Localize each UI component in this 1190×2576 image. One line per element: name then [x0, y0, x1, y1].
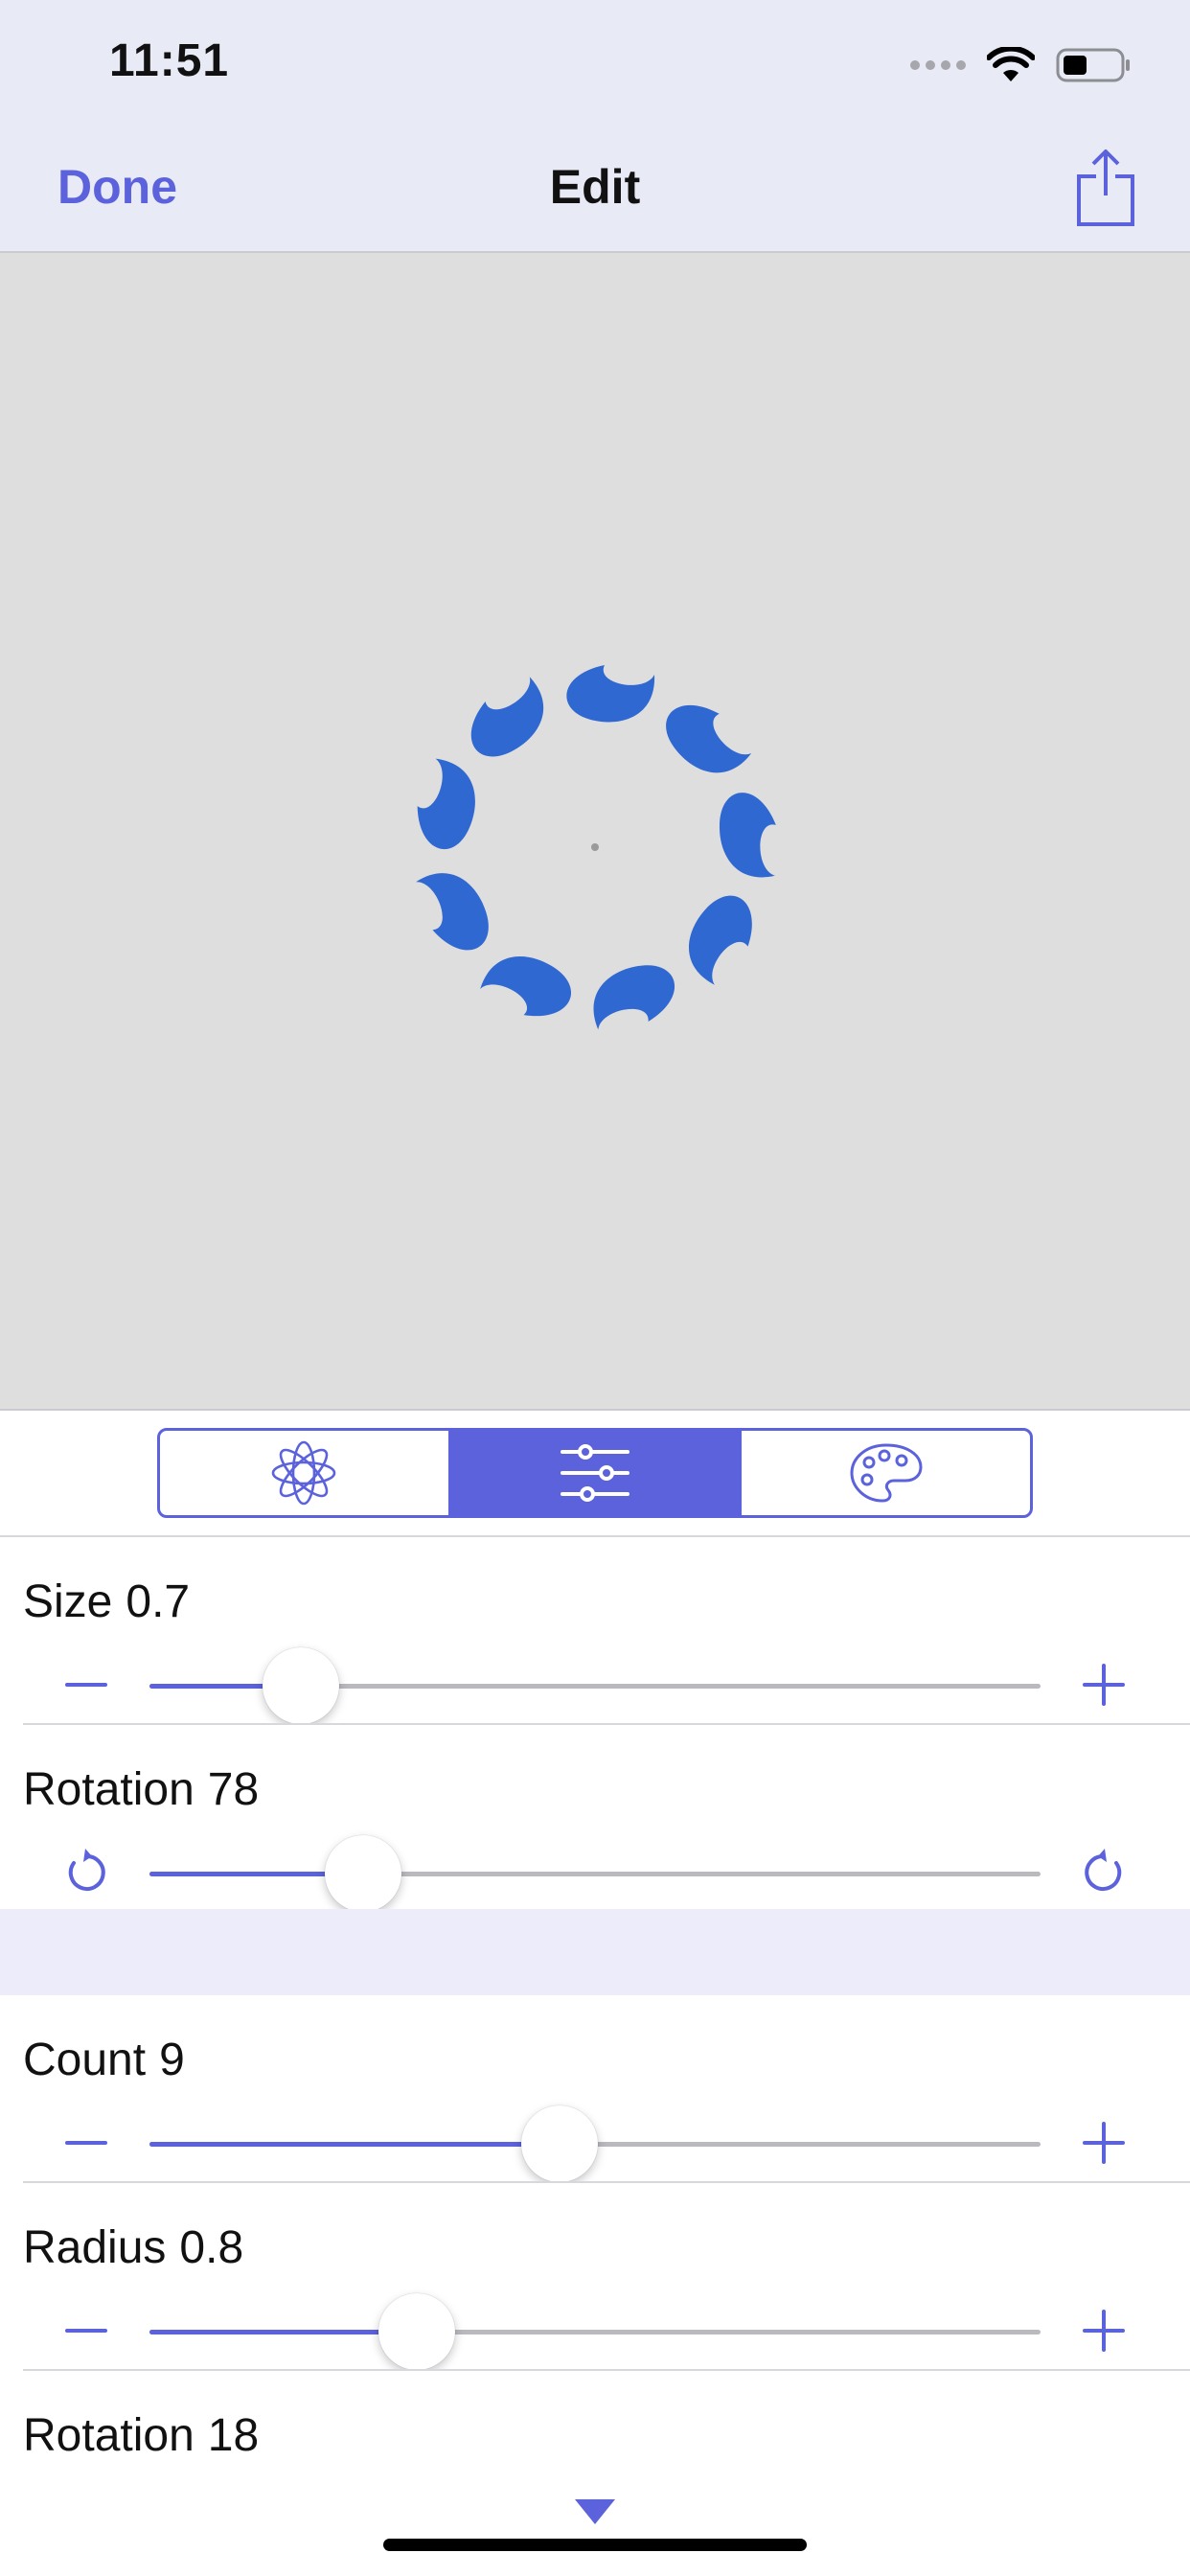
minus-icon[interactable] — [56, 2300, 117, 2361]
rotation-slider-thumb[interactable] — [325, 1835, 402, 1912]
size-label: Size 0.7 — [23, 1576, 191, 1627]
flower-pattern — [416, 665, 776, 1030]
rotation-label: Rotation 78 — [23, 1764, 260, 1815]
rotate-cw-icon[interactable] — [1073, 1842, 1134, 1903]
count-value: 9 — [159, 2035, 185, 2085]
radius-slider-thumb[interactable] — [378, 2293, 455, 2370]
pattern-rotation-control: Rotation 18 — [0, 2371, 1190, 2496]
plus-icon[interactable] — [1073, 1654, 1134, 1715]
pattern-petal — [480, 956, 571, 1017]
pattern-petal — [417, 758, 475, 850]
count-slider-thumb[interactable] — [520, 2105, 598, 2182]
home-indicator — [383, 2539, 807, 2551]
size-value: 0.7 — [126, 1576, 191, 1627]
flower-icon — [272, 1440, 336, 1506]
status-indicators — [910, 42, 1133, 88]
wifi-icon — [987, 47, 1035, 81]
section-separator — [0, 1909, 1190, 1995]
count-slider-fill — [149, 2142, 560, 2147]
pattern-rotation-label: Rotation 18 — [23, 2410, 260, 2461]
count-label: Count 9 — [23, 2035, 185, 2085]
rotation-value: 78 — [207, 1764, 260, 1815]
radius-label: Radius 0.8 — [23, 2222, 244, 2273]
shape-rotation-control: Rotation 78 — [0, 1725, 1190, 1913]
palette-icon — [850, 1443, 923, 1503]
count-control: Count 9 — [0, 1995, 1190, 2183]
radius-control: Radius 0.8 — [0, 2183, 1190, 2371]
page-title: Edit — [549, 160, 641, 214]
segment-adjust[interactable] — [447, 1431, 740, 1515]
status-time: 11:51 — [109, 35, 230, 86]
plus-icon[interactable] — [1073, 2112, 1134, 2174]
share-icon[interactable] — [1075, 148, 1136, 228]
pattern-rotation-value: 18 — [207, 2410, 260, 2461]
cellular-signal-icon — [910, 60, 966, 70]
segment-color[interactable] — [739, 1431, 1030, 1515]
pattern-petal — [689, 895, 752, 985]
radius-slider[interactable] — [149, 2293, 1041, 2370]
pattern-petal — [566, 665, 655, 723]
size-slider-thumb[interactable] — [263, 1647, 340, 1724]
size-slider[interactable] — [149, 1647, 1041, 1724]
count-slider[interactable] — [149, 2105, 1041, 2182]
pattern-petal — [470, 677, 544, 757]
plus-icon[interactable] — [1073, 2300, 1134, 2361]
caret-down-icon[interactable] — [573, 2497, 617, 2526]
mode-segmented-control — [157, 1428, 1033, 1518]
edit-screen: 11:51 Done Edit Size 0.7 Rotation 78 Cou… — [0, 0, 1190, 2576]
radius-slider-fill — [149, 2330, 417, 2334]
pattern-petal — [666, 704, 752, 773]
pattern-canvas[interactable] — [0, 253, 1190, 1411]
sliders-icon — [561, 1444, 629, 1502]
radius-value: 0.8 — [179, 2222, 244, 2273]
pattern-petal — [416, 873, 489, 951]
rotate-ccw-icon[interactable] — [56, 1842, 117, 1903]
size-control: Size 0.7 — [0, 1537, 1190, 1725]
segment-shape[interactable] — [160, 1431, 448, 1515]
rotation-slider[interactable] — [149, 1835, 1041, 1912]
minus-icon[interactable] — [56, 1654, 117, 1715]
mode-selector-bar — [0, 1411, 1190, 1537]
minus-icon[interactable] — [56, 2112, 117, 2174]
pattern-petal — [719, 793, 776, 878]
top-bar: 11:51 Done Edit — [0, 0, 1190, 253]
pattern-petal — [593, 965, 675, 1030]
battery-icon — [1056, 48, 1130, 82]
